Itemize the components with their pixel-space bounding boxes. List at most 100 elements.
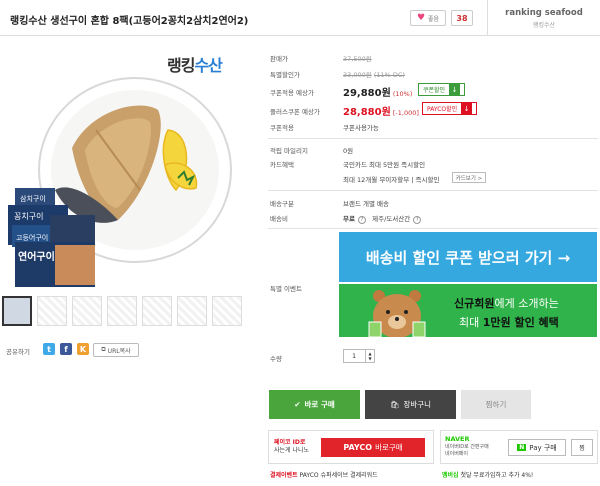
card-line-1: 국민카드 최대 5만원 즉시할인	[343, 161, 426, 169]
payco-discount-button[interactable]: PAYCO할인 ↓	[422, 102, 478, 115]
coupon-price: 29,880원 (10%)	[343, 84, 412, 99]
cart-label: 장바구니	[403, 400, 432, 409]
special-price-label: 특별할인가	[270, 71, 300, 79]
like-count: 38	[451, 10, 473, 26]
payco-event-text: PAYCO 슈퍼세이브 결제리워드	[299, 472, 378, 479]
product-image[interactable]: 삼치구이 꽁치구이 고등어구이 연어구이	[0, 70, 262, 295]
referral-line2-bold: 1만원 할인 혜택	[482, 316, 559, 329]
payco-brand: PAYCO	[343, 443, 373, 452]
help-icon[interactable]: ?	[413, 216, 422, 224]
naver-box: NAVER 네이버ID로 간편구매 네이버페이 N Pay 구매 찜	[440, 430, 598, 464]
payco-promo-line2: 사는게 나니노	[274, 447, 310, 454]
bag-icon: 🛍	[389, 400, 400, 409]
product-title: 랭킹수산 생선구이 혼합 8팩(고등어2꽁치2삼치2연어2)	[10, 16, 249, 27]
package-label-samchi: 삼치구이	[20, 194, 46, 203]
shipping-coupon-banner[interactable]: 배송비 할인 쿠폰 받으러 가기 →	[339, 232, 597, 282]
cart-button[interactable]: 🛍 장바구니	[365, 390, 456, 419]
url-copy-label: URL복사	[107, 347, 131, 355]
facebook-icon[interactable]: f	[60, 343, 72, 355]
naver-pay-button[interactable]: N Pay 구매	[508, 439, 566, 456]
like-button[interactable]: ♥ 좋음	[410, 10, 446, 26]
twitter-icon[interactable]: t	[43, 343, 55, 355]
payco-button-label: PAYCO할인	[427, 106, 458, 113]
naver-membership-text: 첫달 무료가입하고 추가 4%!	[460, 472, 534, 479]
thumbnail-6[interactable]	[212, 296, 242, 326]
coupon-discount-button[interactable]: 쿠폰할인 ↓	[418, 83, 466, 96]
referral-line-1: 신규회원에게 소개하는	[454, 295, 559, 311]
coupon-price-value: 29,880원	[343, 88, 391, 99]
referral-line1-rest: 에게 소개하는	[494, 297, 559, 310]
payco-buy-button[interactable]: PAYCO 바로구매	[321, 438, 425, 457]
url-copy-button[interactable]: ⧉ URL복사	[93, 343, 139, 357]
heart-icon: ♥	[416, 13, 426, 23]
thumbnail-1[interactable]	[37, 296, 67, 326]
mileage-label: 적립 마일리지	[270, 147, 308, 155]
shop-subtitle: 랭킹수산	[532, 22, 556, 29]
naver-membership-line[interactable]: 멤버십 첫달 무료가입하고 추가 4%!	[442, 470, 533, 479]
quantity-label: 수량	[270, 355, 282, 363]
coupon-button-label: 쿠폰할인	[423, 87, 446, 94]
naver-pay-label: Pay 구매	[529, 443, 557, 452]
like-label: 좋음	[428, 15, 440, 23]
package-label-godeungeo: 고등어구이	[16, 233, 48, 242]
shop-link[interactable]: ranking seafood 랭킹수산	[487, 0, 600, 36]
card-view-button[interactable]: 카드보기 >	[452, 172, 486, 183]
payco-event-line[interactable]: 결제이벤트 PAYCO 슈퍼세이브 결제리워드	[270, 470, 378, 479]
payco-promo: 페이코 ID로 사는게 나니노	[274, 439, 309, 455]
download-icon: ↓	[461, 103, 473, 114]
check-icon: ✔	[294, 400, 301, 409]
ship-fee: 무료? 제주/도서산간?	[343, 213, 422, 224]
buy-now-button[interactable]: ✔ 바로 구매	[269, 390, 360, 419]
naver-wish-button[interactable]: 찜	[571, 439, 593, 456]
payco-event-tag: 결제이벤트	[270, 472, 298, 479]
chevron-down-icon[interactable]: ▼	[368, 356, 371, 361]
naver-desc-line2: 네이버페이	[445, 450, 469, 457]
share-label: 공유하기	[6, 348, 30, 356]
event-label: 특별 이벤트	[270, 285, 302, 293]
wishlist-button[interactable]: 찜하기	[461, 390, 531, 419]
download-icon: ↓	[449, 84, 461, 95]
buy-now-label: 바로 구매	[304, 400, 335, 409]
sale-price-value: 37,500원	[343, 55, 372, 63]
mileage-value: 0원	[343, 147, 354, 155]
naver-desc-line1: 네이버ID로 간편구매	[445, 444, 489, 450]
ship-type-value: 브랜드 개별 배송	[343, 200, 389, 208]
naver-pay-icon: N	[517, 444, 527, 451]
coupon-price-pct: (10%)	[392, 90, 413, 98]
special-price-pct: (11% DC)	[373, 71, 405, 79]
plus-price-diff: [-1,000]	[392, 109, 419, 117]
referral-line-2: 최대 1만원 할인 혜택	[459, 314, 559, 330]
coupon-apply-label: 쿠폰적용	[270, 124, 294, 132]
thumbnail-0[interactable]	[2, 296, 32, 326]
thumbnail-4[interactable]	[142, 296, 172, 326]
kakao-icon[interactable]: K	[77, 343, 89, 355]
quantity-arrows[interactable]: ▲ ▼	[365, 350, 374, 362]
naver-membership-tag: 멤버십	[442, 472, 459, 479]
referral-line1-bold: 신규회원	[454, 297, 495, 310]
help-icon[interactable]: ?	[357, 216, 366, 224]
payco-box: 페이코 ID로 사는게 나니노 PAYCO 바로구매	[268, 430, 434, 464]
quantity-stepper[interactable]: 1 ▲ ▼	[343, 349, 375, 363]
special-price: 33,000원 (11% DC)	[343, 69, 405, 79]
divider	[268, 138, 598, 139]
divider	[268, 190, 598, 191]
referral-line2-pre: 최대	[459, 316, 483, 329]
coupon-price-label: 쿠폰적용 예상가	[270, 89, 314, 97]
package-label-kkongchi: 꽁치구이	[14, 211, 43, 221]
quantity-value: 1	[352, 352, 357, 360]
payco-promo-line1: 페이코 ID로	[274, 439, 306, 446]
payco-buy-label: 바로구매	[375, 443, 403, 452]
naver-logo: NAVER	[445, 435, 470, 443]
card-label: 카드혜택	[270, 161, 294, 169]
thumbnail-3[interactable]	[107, 296, 137, 326]
package-label-yeoneo: 연어구이	[18, 250, 55, 263]
thumbnail-2[interactable]	[72, 296, 102, 326]
coupon-apply-value: 쿠폰사용가능	[343, 124, 379, 132]
special-price-value: 33,000원	[343, 71, 372, 79]
ship-fee-value: 무료	[343, 215, 355, 223]
referral-banner[interactable]: 신규회원에게 소개하는 최대 1만원 할인 혜택	[339, 284, 597, 337]
plus-price: 28,880원 [-1,000]	[343, 103, 419, 118]
thumbnail-5[interactable]	[177, 296, 207, 326]
shop-name: ranking seafood	[505, 8, 583, 18]
ship-type-label: 배송구분	[270, 200, 294, 208]
